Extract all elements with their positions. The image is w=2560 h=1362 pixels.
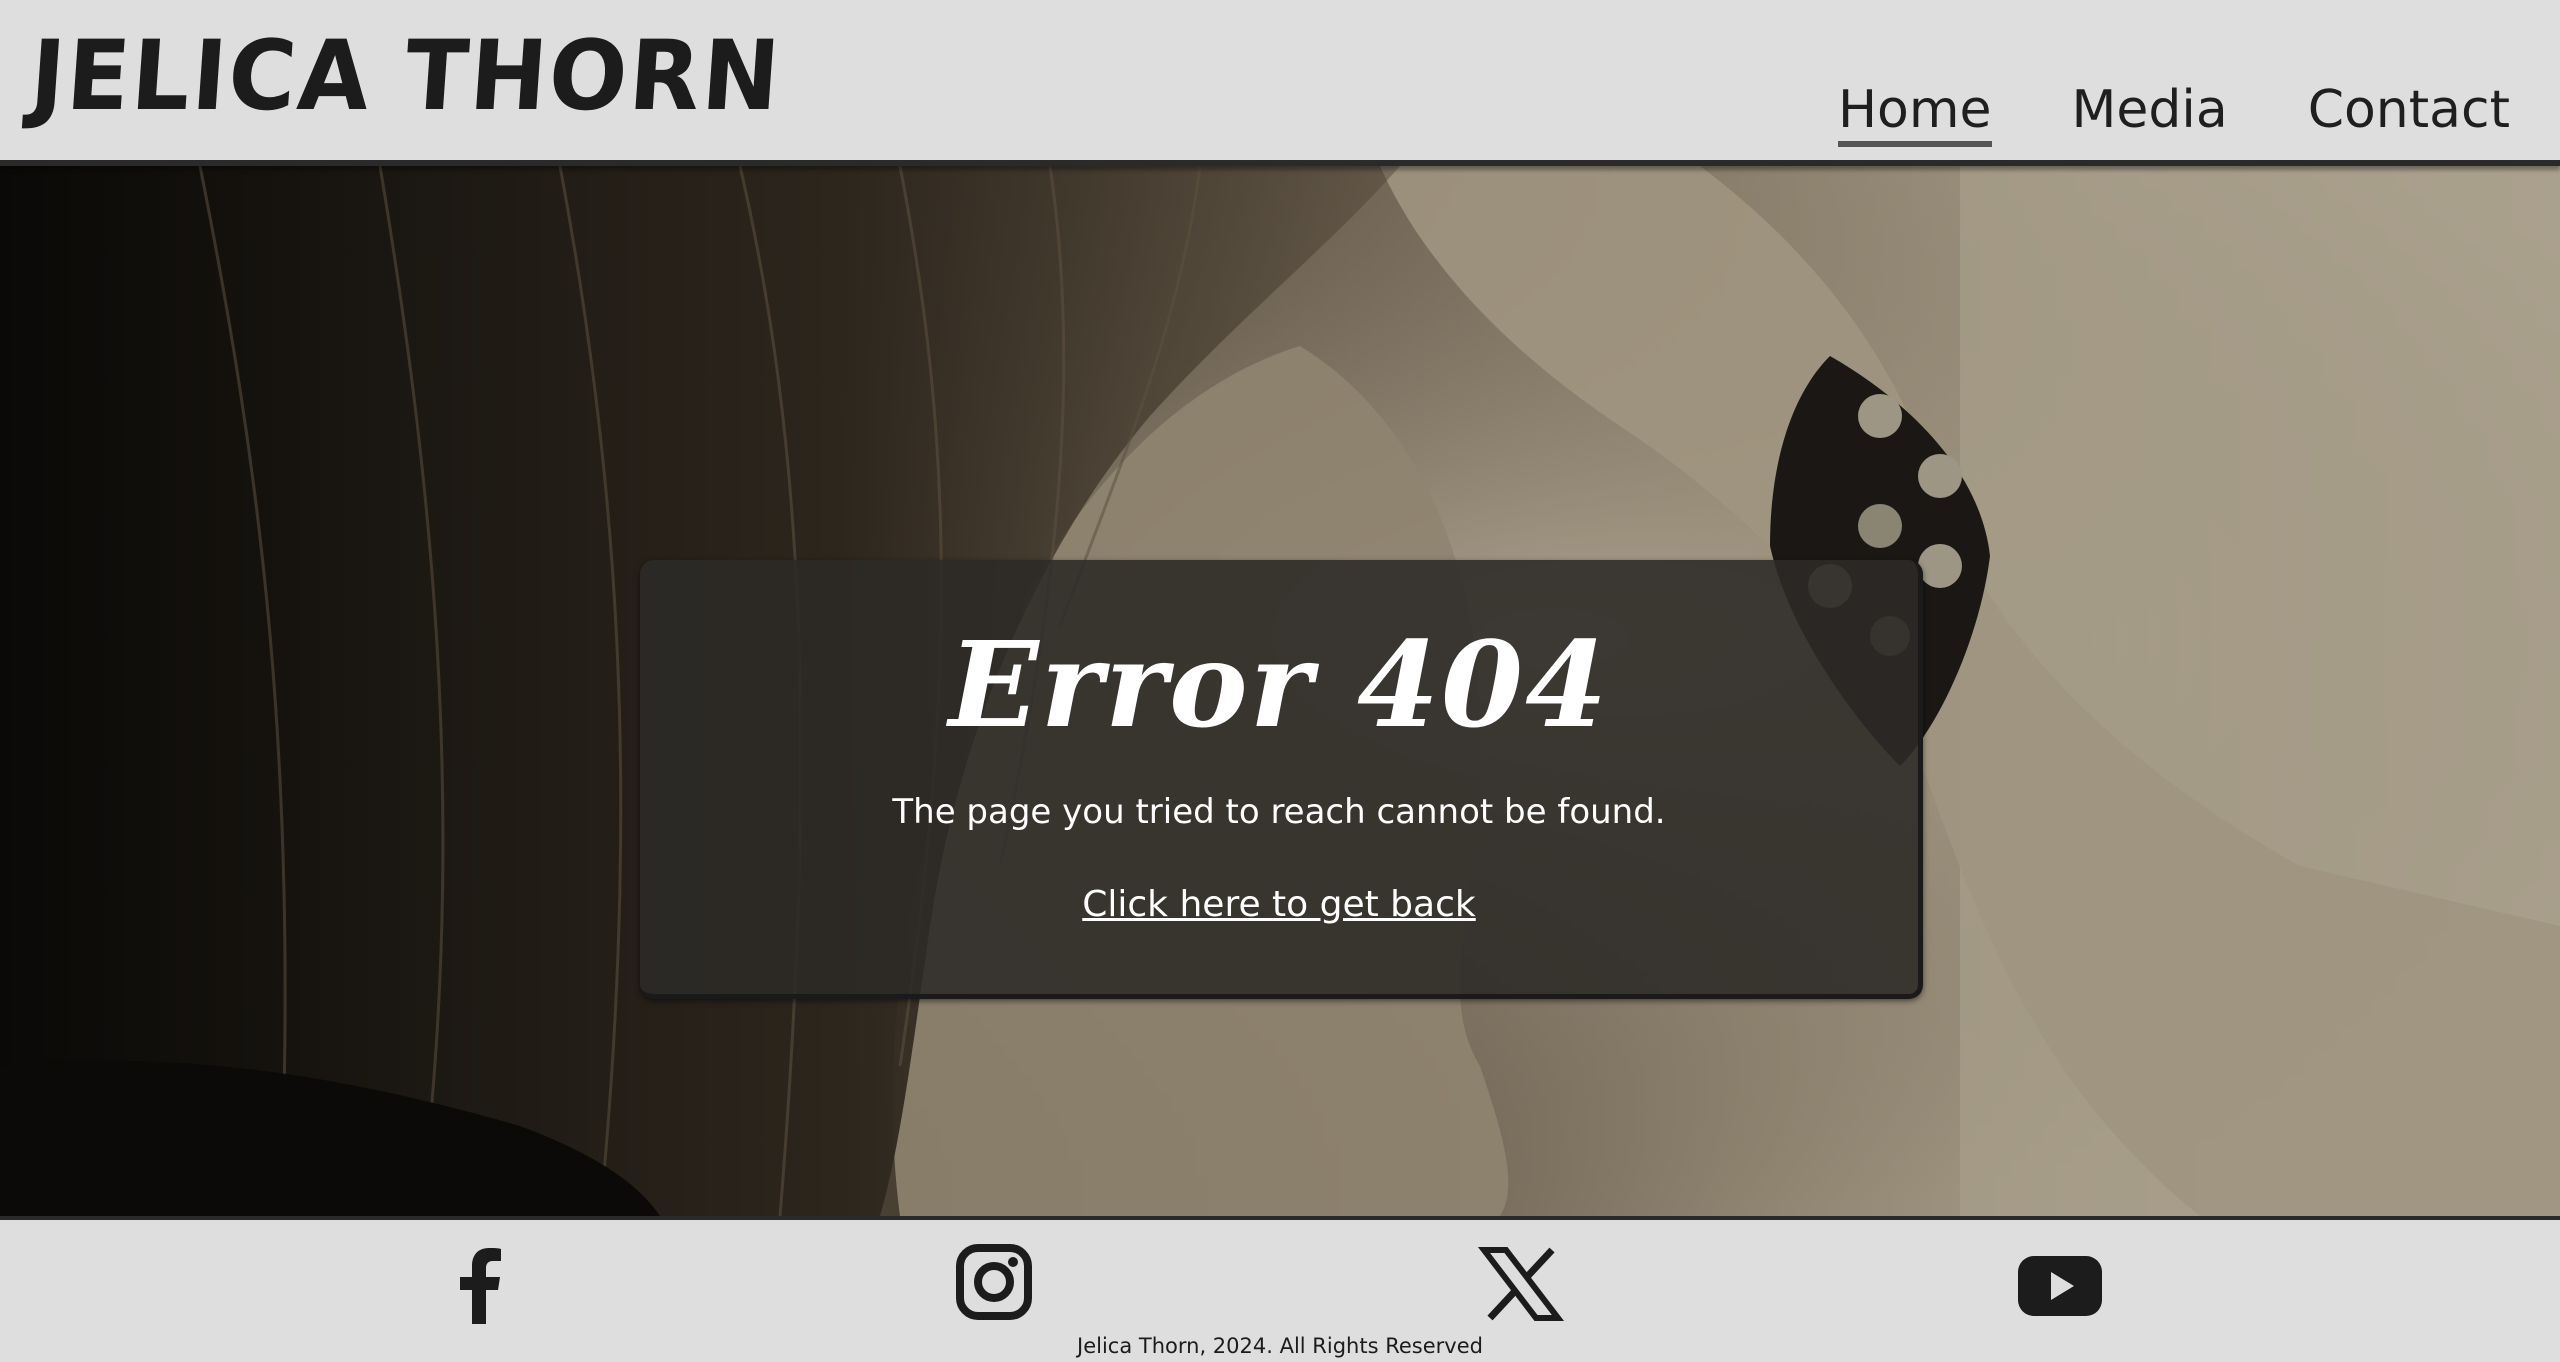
nav-contact[interactable]: Contact (2308, 81, 2510, 147)
site-logo[interactable]: JELICA THORN (27, 20, 785, 132)
youtube-icon[interactable] (2014, 1244, 2104, 1324)
back-link[interactable]: Click here to get back (1082, 884, 1476, 925)
nav-home[interactable]: Home (1837, 81, 1992, 148)
instagram-icon[interactable] (948, 1244, 1038, 1324)
facebook-icon[interactable] (434, 1244, 524, 1324)
site-header: JELICA THORN Home Media Contact (0, 0, 2560, 166)
error-card: Error 404 The page you tried to reach ca… (640, 560, 1923, 999)
error-title: Error 404 (948, 615, 1610, 754)
site-footer: Jelica Thorn, 2024. All Rights Reserved (0, 1216, 2560, 1362)
hero-background-photo: Error 404 The page you tried to reach ca… (0, 166, 2560, 1216)
error-message: The page you tried to reach cannot be fo… (892, 792, 1666, 832)
copyright-text: Jelica Thorn, 2024. All Rights Reserved (1077, 1334, 1483, 1358)
main-nav: Home Media Contact (1837, 81, 2510, 148)
nav-media[interactable]: Media (2072, 81, 2228, 147)
x-icon[interactable] (1476, 1244, 1566, 1324)
